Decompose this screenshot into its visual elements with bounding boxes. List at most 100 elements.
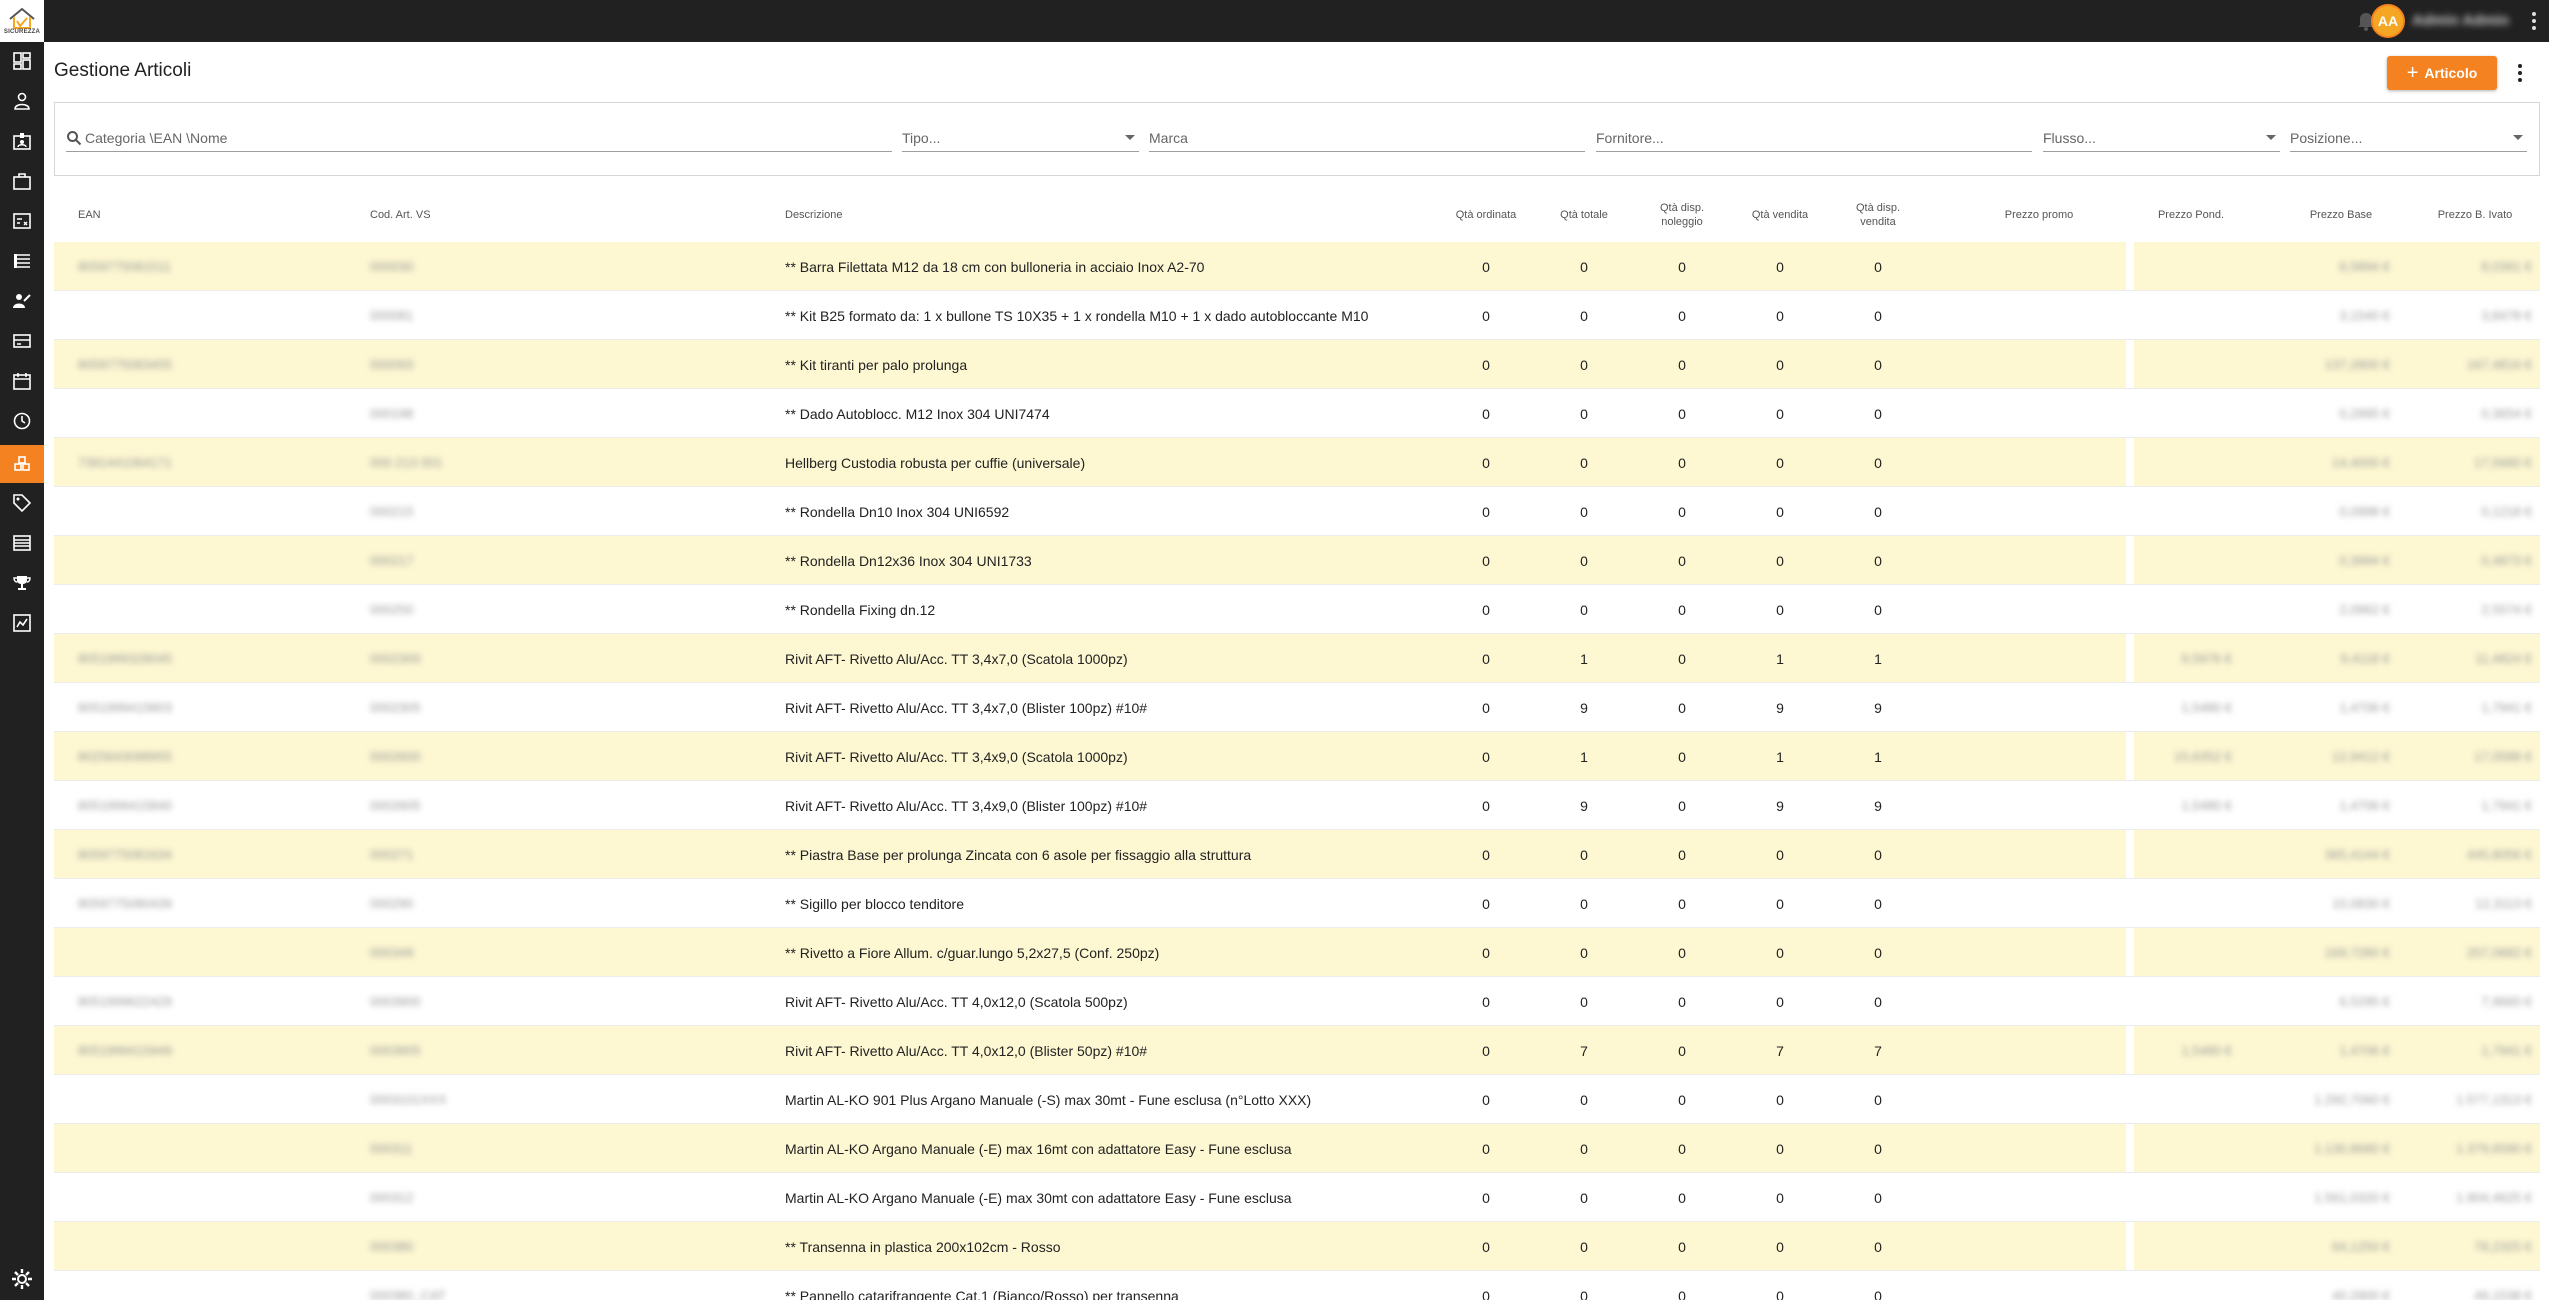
- cell-qta-noleggio: 0: [1678, 798, 1686, 814]
- search-icon: [67, 130, 82, 145]
- table-row[interactable]: 8051999415949 0003905 Rivit AFT- Rivetto A…: [54, 1026, 2540, 1075]
- table-row[interactable]: 7391441064171 000 213 001 Hellberg Custodi…: [54, 438, 2540, 487]
- table-row[interactable]: 000217 ** Rondella Dn12x36 Inox 304 UNI17…: [54, 536, 2540, 585]
- table-row[interactable]: 8059775080439 000290 ** Sigillo per blocco…: [54, 879, 2540, 928]
- col-prezzo-ivato[interactable]: Prezzo B. Ivato: [2420, 208, 2530, 222]
- tipo-placeholder: Tipo...: [902, 129, 941, 146]
- cell-prezzo-base: 64,1250 €: [2332, 1239, 2390, 1254]
- table-row[interactable]: 8051999415803 0002305 Rivit AFT- Rivetto A…: [54, 683, 2540, 732]
- cell-cod: 000198: [370, 406, 414, 421]
- table-row[interactable]: 8059775081511 000030 ** Barra Filettata M1…: [54, 242, 2540, 291]
- table-row[interactable]: 8025643098955 0002600 Rivit AFT- Rivetto A…: [54, 732, 2540, 781]
- cell-qta-disp-vendita: 0: [1874, 847, 1882, 863]
- posizione-select[interactable]: Posizione...: [2290, 124, 2527, 152]
- table-row[interactable]: 8059775083455 000093 ** Kit tiranti per pa…: [54, 340, 2540, 389]
- table-row[interactable]: 000311 Martin AL-KO Argano Manuale (-E) m…: [54, 1124, 2540, 1173]
- col-descrizione[interactable]: Descrizione: [785, 208, 842, 222]
- boxes-icon[interactable]: [0, 445, 44, 483]
- col-qta-totale[interactable]: Qtà totale: [1544, 208, 1624, 222]
- table-icon[interactable]: [9, 530, 35, 556]
- col-prezzo-promo[interactable]: Prezzo promo: [1984, 208, 2094, 222]
- cell-cod: 000081: [370, 308, 414, 323]
- table-row[interactable]: 000380 ** Transenna in plastica 200x102cm…: [54, 1222, 2540, 1271]
- cell-qta-disp-vendita: 0: [1874, 504, 1882, 520]
- user-edit-icon[interactable]: [9, 288, 35, 314]
- marca-input[interactable]: Marca: [1149, 124, 1585, 152]
- cell-prezzo-base: 1,4706 €: [2339, 798, 2390, 813]
- briefcase-icon[interactable]: [9, 168, 35, 194]
- posizione-placeholder: Posizione...: [2290, 129, 2363, 146]
- cell-qta-ordinata: 0: [1482, 651, 1490, 667]
- cell-prezzo-ivato: 1,7941 €: [2481, 700, 2532, 715]
- table-row[interactable]: 000215 ** Rondella Dn10 Inox 304 UNI6592 0…: [54, 487, 2540, 536]
- cell-cod: 000030: [370, 259, 414, 274]
- column-gap: [2126, 928, 2134, 976]
- cell-qta-ordinata: 0: [1482, 1092, 1490, 1108]
- dashboard-icon[interactable]: [9, 48, 35, 74]
- col-prezzo-pond[interactable]: Prezzo Pond.: [2136, 208, 2246, 222]
- cell-qta-vendita: 0: [1776, 1239, 1784, 1255]
- cell-prezzo-ivato: 78,2325 €: [2474, 1239, 2532, 1254]
- table-row[interactable]: 000081 ** Kit B25 formato da: 1 x bullone…: [54, 291, 2540, 340]
- cell-descrizione: ** Rondella Fixing dn.12: [785, 602, 936, 618]
- cell-descrizione: Martin AL-KO 901 Plus Argano Manuale (-S…: [785, 1092, 1312, 1108]
- badge-icon[interactable]: [9, 128, 35, 154]
- chart-icon[interactable]: [9, 610, 35, 636]
- cell-qta-ordinata: 0: [1482, 1190, 1490, 1206]
- cell-prezzo-base: 1,4706 €: [2339, 700, 2390, 715]
- more-vert-icon[interactable]: [2531, 10, 2537, 32]
- cell-qta-ordinata: 0: [1482, 455, 1490, 471]
- tipo-select[interactable]: Tipo...: [902, 124, 1139, 152]
- calendar-icon[interactable]: [9, 368, 35, 394]
- card-icon[interactable]: [9, 328, 35, 354]
- app-logo[interactable]: SICUREZZA: [0, 0, 44, 42]
- user-icon[interactable]: [9, 88, 35, 114]
- cell-ean: 8051999622429: [78, 994, 172, 1009]
- table-row[interactable]: 8059775081634 000271 ** Piastra Base per p…: [54, 830, 2540, 879]
- username[interactable]: Admin Admin: [2412, 12, 2509, 29]
- cell-qta-disp-vendita: 0: [1874, 357, 1882, 373]
- col-qta-vendita[interactable]: Qtà vendita: [1740, 208, 1820, 222]
- calculator-icon[interactable]: [9, 208, 35, 234]
- trophy-icon[interactable]: [9, 570, 35, 596]
- fornitore-input[interactable]: Fornitore...: [1596, 124, 2032, 152]
- table-row[interactable]: 8051999328045 0002300 Rivit AFT- Rivetto A…: [54, 634, 2540, 683]
- flusso-select[interactable]: Flusso...: [2043, 124, 2280, 152]
- cell-prezzo-ivato: 1.577,1313 €: [2456, 1092, 2532, 1107]
- tag-icon[interactable]: [9, 490, 35, 516]
- cell-qta-ordinata: 0: [1482, 504, 1490, 520]
- add-articolo-button[interactable]: + Articolo: [2387, 56, 2497, 90]
- cell-qta-totale: 0: [1580, 896, 1588, 912]
- col-cod[interactable]: Cod. Art. VS: [370, 208, 431, 222]
- col-prezzo-base[interactable]: Prezzo Base: [2286, 208, 2396, 222]
- list-icon[interactable]: [9, 248, 35, 274]
- col-qta-ordinata[interactable]: Qtà ordinata: [1446, 208, 1526, 222]
- clock-icon[interactable]: [9, 408, 35, 434]
- column-gap: [2126, 585, 2134, 633]
- cell-qta-vendita: 0: [1776, 406, 1784, 422]
- avatar[interactable]: AA: [2371, 4, 2405, 38]
- gear-icon[interactable]: [11, 1268, 33, 1290]
- cell-qta-ordinata: 0: [1482, 700, 1490, 716]
- column-gap: [2126, 1124, 2134, 1172]
- cell-cod: 000217: [370, 553, 414, 568]
- cell-prezzo-ivato: 49,1538 €: [2474, 1288, 2532, 1300]
- cell-qta-totale: 1: [1580, 749, 1588, 765]
- page-more-vert-icon[interactable]: [2517, 62, 2523, 84]
- table-row[interactable]: 8051999622429 0003900 Rivit AFT- Rivetto A…: [54, 977, 2540, 1026]
- cell-descrizione: Rivit AFT- Rivetto Alu/Acc. TT 3,4x9,0 (…: [785, 749, 1128, 765]
- col-qta-noleggio[interactable]: Qtà disp. noleggio: [1642, 201, 1722, 229]
- table-row[interactable]: 000250 ** Rondella Fixing dn.12 0 0 0 0 0 2,096…: [54, 585, 2540, 634]
- table-row[interactable]: 000312 Martin AL-KO Argano Manuale (-E) m…: [54, 1173, 2540, 1222]
- cell-qta-vendita: 0: [1776, 553, 1784, 569]
- search-input[interactable]: Categoria \EAN \Nome: [66, 124, 892, 152]
- cell-qta-vendita: 1: [1776, 749, 1784, 765]
- col-qta-disp-vendita[interactable]: Qtà disp. vendita: [1838, 201, 1918, 229]
- table-row[interactable]: 0003101XXX Martin AL-KO 901 Plus Argano M…: [54, 1075, 2540, 1124]
- cell-prezzo-base: 1.561,0320 €: [2314, 1190, 2390, 1205]
- table-row[interactable]: 000198 ** Dado Autoblocc. M12 Inox 304 UN…: [54, 389, 2540, 438]
- table-row[interactable]: 000349 ** Rivetto a Fiore Allum. c/guar.l…: [54, 928, 2540, 977]
- col-ean[interactable]: EAN: [78, 208, 101, 222]
- table-row[interactable]: 8051999415840 0002605 Rivit AFT- Rivetto A…: [54, 781, 2540, 830]
- table-row[interactable]: 000380_CAT ** Pannello catarifrangente Ca…: [54, 1271, 2540, 1300]
